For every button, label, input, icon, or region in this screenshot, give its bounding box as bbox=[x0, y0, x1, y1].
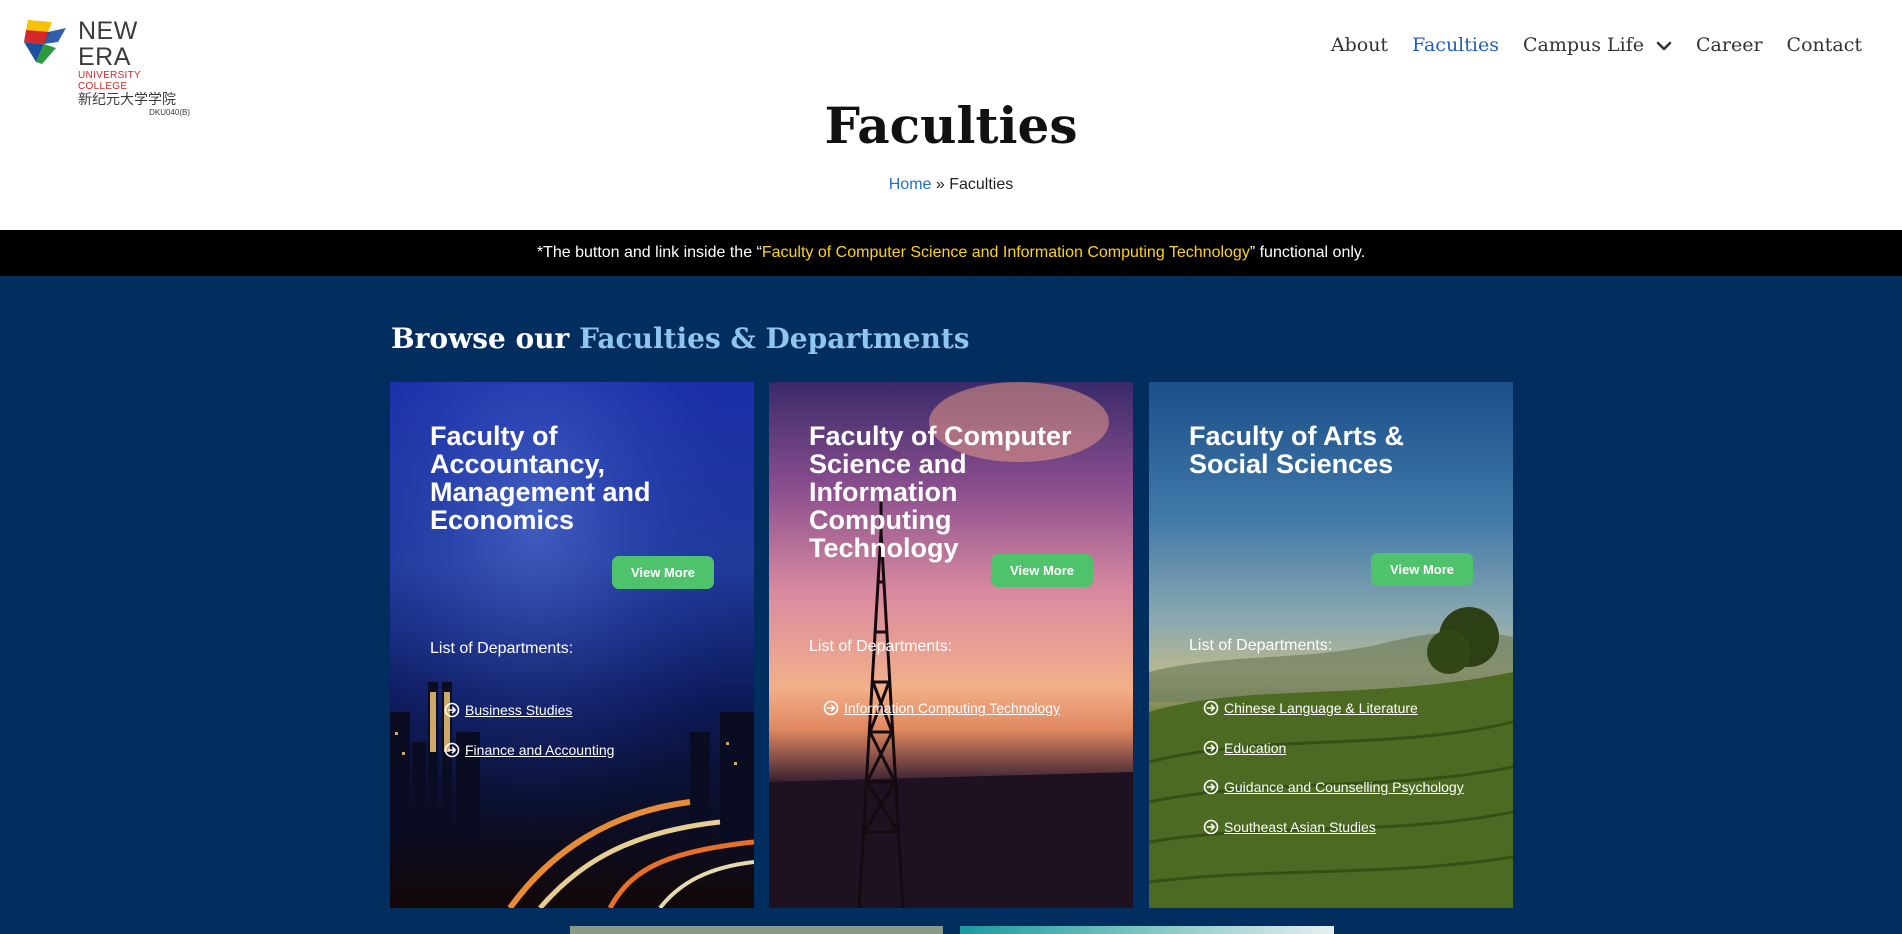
nav-contact-label: Contact bbox=[1786, 34, 1862, 56]
department-name: Information Computing Technology bbox=[844, 700, 1061, 716]
faculty-card-arts-social-sciences: Faculty of Arts & Social Sciences View M… bbox=[1149, 382, 1513, 908]
arrow-circle-right-icon bbox=[1203, 700, 1219, 716]
faculty-card-partial-right bbox=[960, 926, 1334, 934]
page-title: Faculties bbox=[824, 96, 1078, 155]
notice-highlight: Faculty of Computer Science and Informat… bbox=[761, 244, 1250, 261]
notice-banner: *The button and link inside the “Faculty… bbox=[0, 230, 1902, 276]
faculty-card-computer-science: Faculty of Computer Science and Informat… bbox=[769, 382, 1133, 908]
department-link-education[interactable]: Education bbox=[1203, 738, 1464, 758]
view-more-button[interactable]: View More bbox=[612, 556, 714, 589]
nav-about-label: About bbox=[1330, 34, 1389, 56]
faculty-card-accountancy: Faculty of Accountancy, Management and E… bbox=[390, 382, 754, 908]
site-header: NEW ERA UNIVERSITY COLLEGE 新纪元大学学院 DKU04… bbox=[0, 0, 1902, 117]
browse-heading-lead: Browse our bbox=[391, 322, 580, 355]
department-link-guidance-counselling-psychology[interactable]: Guidance and Counselling Psychology bbox=[1203, 777, 1464, 797]
faculty-title: Faculty of Accountancy, Management and E… bbox=[430, 421, 651, 535]
view-more-button[interactable]: View More bbox=[1371, 553, 1473, 586]
department-name: Education bbox=[1224, 739, 1287, 756]
site-logo[interactable]: NEW ERA UNIVERSITY COLLEGE 新纪元大学学院 DKU04… bbox=[22, 17, 192, 117]
notice-prefix: *The button and link inside the “ bbox=[536, 244, 762, 261]
main-nav: About Faculties Campus Life Career Conta… bbox=[1307, 34, 1862, 56]
logo-name: NEW ERA bbox=[78, 17, 138, 71]
faculties-section: Browse our Faculties & Departments Facul… bbox=[0, 276, 1902, 934]
departments-list: Information Computing Technology bbox=[823, 698, 1060, 738]
arrow-circle-right-icon bbox=[1203, 740, 1219, 755]
department-link-business-studies[interactable]: Business Studies bbox=[444, 700, 614, 720]
departments-list: Business Studies Finance and Accounting bbox=[444, 700, 614, 779]
departments-label: List of Departments: bbox=[1189, 637, 1333, 654]
department-name: Guidance and Counselling Psychology bbox=[1224, 779, 1464, 795]
arrow-circle-right-icon bbox=[444, 702, 460, 718]
departments-label: List of Departments: bbox=[809, 638, 953, 655]
chevron-down-icon[interactable] bbox=[1656, 34, 1672, 56]
logo-flag-icon bbox=[24, 20, 66, 64]
arrow-circle-right-icon bbox=[444, 742, 460, 757]
faculty-card-partial-left bbox=[570, 926, 943, 934]
department-name: Business Studies bbox=[465, 702, 573, 718]
browse-heading-accent: Faculties & Departments bbox=[579, 322, 970, 355]
department-name: Finance and Accounting bbox=[465, 741, 615, 758]
department-name: Chinese Language & Literature bbox=[1224, 700, 1418, 716]
nav-contact[interactable]: Contact bbox=[1787, 34, 1862, 56]
nav-career[interactable]: Career bbox=[1696, 34, 1763, 56]
browse-heading: Browse our Faculties & Departments bbox=[391, 322, 970, 355]
nav-faculties[interactable]: Faculties bbox=[1412, 34, 1499, 56]
breadcrumb: Home » Faculties bbox=[0, 176, 1902, 194]
faculty-title: Faculty of Arts & Social Sciences bbox=[1189, 421, 1405, 479]
arrow-circle-right-icon bbox=[1203, 779, 1219, 795]
arrow-circle-right-icon bbox=[1203, 819, 1219, 834]
nav-about[interactable]: About bbox=[1331, 34, 1388, 56]
breadcrumb-current: Faculties bbox=[949, 176, 1014, 193]
department-name: Southeast Asian Studies bbox=[1224, 818, 1376, 835]
breadcrumb-home-link[interactable]: Home bbox=[889, 176, 932, 193]
arrow-circle-right-icon bbox=[823, 700, 839, 716]
department-link-information-computing-technology[interactable]: Information Computing Technology bbox=[823, 698, 1060, 718]
logo-subtitle: UNIVERSITY COLLEGE bbox=[78, 70, 141, 92]
nav-faculties-label: Faculties bbox=[1412, 34, 1499, 56]
nav-campus-life-label: Campus Life bbox=[1522, 34, 1645, 56]
department-link-finance-and-accounting[interactable]: Finance and Accounting bbox=[444, 740, 614, 760]
nav-career-label: Career bbox=[1696, 34, 1763, 56]
notice-suffix: ” functional only. bbox=[1249, 244, 1366, 261]
department-link-southeast-asian-studies[interactable]: Southeast Asian Studies bbox=[1203, 817, 1464, 837]
nav-campus-life[interactable]: Campus Life bbox=[1523, 34, 1672, 56]
faculty-title: Faculty of Computer Science and Informat… bbox=[809, 421, 1072, 563]
departments-label: List of Departments: bbox=[430, 640, 574, 657]
department-link-chinese-language-literature[interactable]: Chinese Language & Literature bbox=[1203, 698, 1464, 718]
view-more-button[interactable]: View More bbox=[991, 554, 1093, 587]
departments-list: Chinese Language & Literature Education … bbox=[1203, 698, 1464, 856]
breadcrumb-separator: » bbox=[931, 176, 950, 193]
